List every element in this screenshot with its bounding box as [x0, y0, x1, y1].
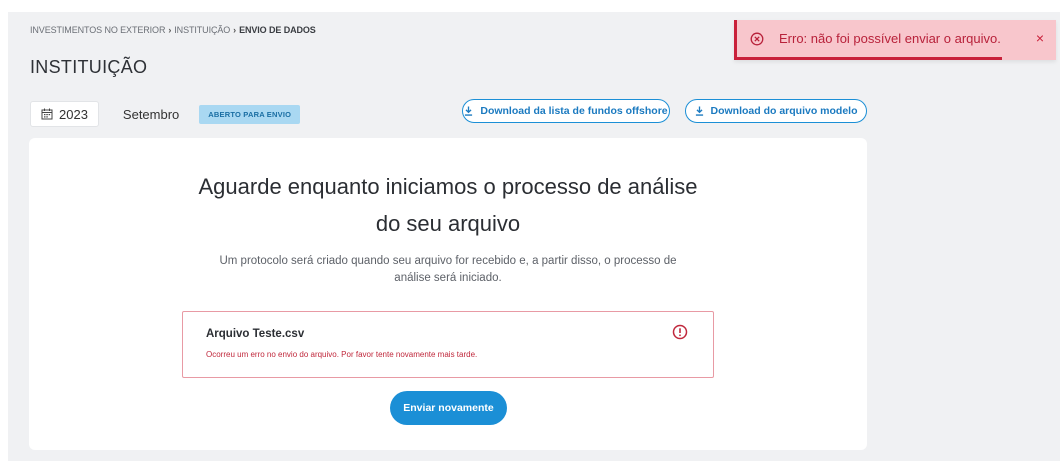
error-toast: Erro: não foi possível enviar o arquivo.… — [734, 20, 1056, 60]
close-icon[interactable]: × — [1036, 30, 1044, 46]
download-template-label: Download do arquivo modelo — [710, 105, 858, 117]
file-error-box: Arquivo Teste.csv Ocorreu um erro no env… — [182, 311, 714, 378]
breadcrumb-item-envio-de-dados: ENVIO DE DADOS — [239, 25, 316, 35]
breadcrumb-item-investimentos[interactable]: INVESTIMENTOS NO EXTERIOR — [30, 25, 165, 35]
toast-message: Erro: não foi possível enviar o arquivo. — [779, 31, 1001, 46]
retry-upload-button[interactable]: Enviar novamente — [390, 391, 507, 425]
breadcrumb-item-instituicao[interactable]: INSTITUIÇÃO — [174, 25, 230, 35]
toast-progress-bar — [734, 57, 1002, 60]
breadcrumb-separator: › — [168, 25, 172, 35]
upload-status-card: Aguarde enquanto iniciamos o processo de… — [29, 138, 867, 450]
page-background: INVESTIMENTOS NO EXTERIOR › INSTITUIÇÃO … — [8, 12, 1060, 461]
download-funds-list-label: Download da lista de fundos offshore — [480, 105, 668, 117]
breadcrumb: INVESTIMENTOS NO EXTERIOR › INSTITUIÇÃO … — [30, 25, 316, 35]
download-icon — [465, 106, 473, 116]
download-template-button[interactable]: Download do arquivo modelo — [685, 99, 867, 123]
period-filters: 2023 Setembro ABERTO PARA ENVIO — [30, 100, 301, 128]
alert-circle-icon — [672, 324, 688, 340]
error-circle-icon — [750, 32, 764, 46]
status-heading: Aguarde enquanto iniciamos o processo de… — [29, 168, 867, 242]
download-funds-list-button[interactable]: Download da lista de fundos offshore — [462, 99, 670, 123]
status-heading-line2: do seu arquivo — [375, 211, 521, 236]
calendar-icon — [41, 108, 53, 120]
breadcrumb-separator: › — [233, 25, 237, 35]
file-name: Arquivo Teste.csv — [206, 328, 305, 340]
status-badge: ABERTO PARA ENVIO — [199, 104, 301, 124]
page-title: INSTITUIÇÃO — [30, 57, 148, 77]
file-error-message: Ocorreu um erro no envio do arquivo. Por… — [206, 350, 478, 359]
month-value[interactable]: Setembro — [123, 107, 179, 122]
year-value: 2023 — [59, 106, 88, 122]
status-heading-line1: Aguarde enquanto iniciamos o processo de… — [198, 174, 698, 199]
year-selector[interactable]: 2023 — [30, 101, 99, 127]
download-icon — [695, 106, 703, 116]
status-description: Um protocolo será criado quando seu arqu… — [219, 255, 677, 284]
